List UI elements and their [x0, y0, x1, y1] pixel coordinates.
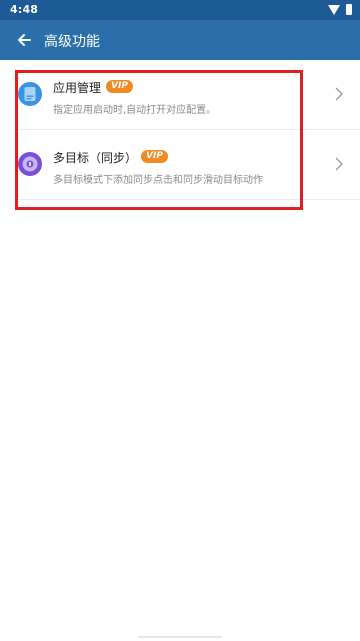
chevron-right-icon: [335, 157, 343, 171]
status-time: 4:48: [10, 3, 39, 16]
feature-row-multi-target[interactable]: 多目标（同步） VIP 多目标模式下添加同步点击和同步滑动目标动作: [0, 130, 360, 198]
home-indicator: [138, 636, 222, 638]
arrow-left-icon: [18, 34, 31, 46]
feature-subtitle: 指定应用启动时,自动打开对应配置。: [53, 105, 217, 116]
status-icons: [328, 4, 352, 15]
vip-badge: VIP: [106, 80, 133, 93]
status-bar: 4:48: [0, 0, 360, 20]
feature-title: 多目标（同步）: [53, 151, 138, 165]
multi-target-icon: [18, 152, 42, 176]
divider: [16, 199, 360, 200]
app-bar: 高级功能: [0, 20, 360, 60]
feature-title: 应用管理: [53, 81, 102, 95]
feature-row-app-manager[interactable]: 应用管理 VIP 指定应用启动时,自动打开对应配置。: [0, 60, 360, 128]
vip-badge: VIP: [141, 150, 168, 163]
app-manager-icon: [18, 82, 42, 106]
feature-subtitle: 多目标模式下添加同步点击和同步滑动目标动作: [53, 175, 263, 186]
wifi-icon: [328, 4, 340, 15]
page-title: 高级功能: [44, 34, 100, 50]
chevron-right-icon: [335, 87, 343, 101]
battery-icon: [346, 4, 352, 15]
back-button[interactable]: [8, 24, 40, 56]
